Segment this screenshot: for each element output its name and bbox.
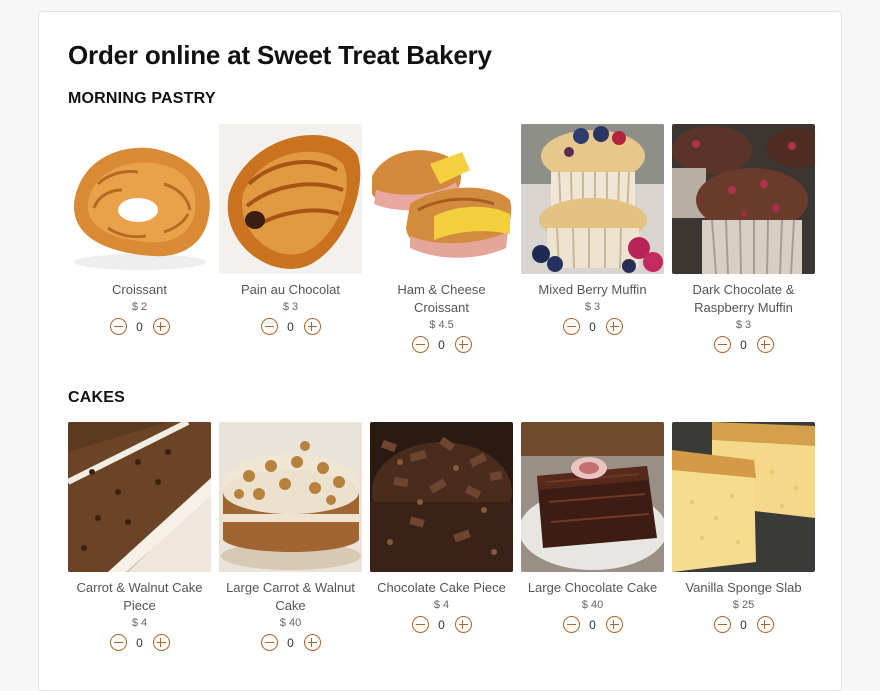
product-price: $ 4 [131, 617, 148, 629]
product-grid-cakes: Carrot & Walnut Cake Piece $ 4 0 Large C… [68, 422, 815, 651]
product-name: Carrot & Walnut Cake Piece [76, 580, 203, 613]
increase-quantity-button[interactable] [152, 634, 170, 651]
increase-quantity-button[interactable] [756, 336, 774, 353]
increase-quantity-button[interactable] [756, 616, 774, 633]
product-card-large-carrot-walnut-cake: Large Carrot & Walnut Cake $ 40 0 [219, 422, 362, 651]
quantity-stepper: 0 [562, 616, 623, 633]
large-chocolate-cake-photo[interactable] [521, 422, 664, 572]
decrease-quantity-button[interactable] [260, 318, 278, 335]
carrot-cake-slice-photo[interactable] [68, 422, 211, 572]
product-card-ham-cheese-croissant: Ham & Cheese Croissant $ 4.5 0 [370, 124, 513, 353]
product-name: Dark Chocolate & Raspberry Muffin [692, 282, 795, 315]
quantity-stepper: 0 [260, 634, 321, 651]
quantity-stepper: 0 [109, 318, 170, 335]
increase-quantity-button[interactable] [303, 318, 321, 335]
decrease-quantity-button[interactable] [411, 616, 429, 633]
quantity-value: 0 [136, 319, 143, 334]
section-heading-morning-pastry: MORNING PASTRY [68, 90, 216, 107]
decrease-quantity-button[interactable] [562, 616, 580, 633]
section-heading-cakes: CAKES [68, 389, 126, 406]
increase-quantity-button[interactable] [454, 616, 472, 633]
product-price: $ 3 [584, 301, 601, 313]
quantity-stepper: 0 [411, 336, 472, 353]
quantity-stepper: 0 [109, 634, 170, 651]
pain-au-chocolat-photo[interactable] [219, 124, 362, 274]
quantity-value: 0 [589, 617, 596, 632]
product-price: $ 4 [433, 599, 450, 611]
product-price: $ 40 [581, 599, 604, 611]
quantity-value: 0 [589, 319, 596, 334]
product-name: Large Carrot & Walnut Cake [226, 580, 355, 613]
increase-quantity-button[interactable] [152, 318, 170, 335]
quantity-value: 0 [740, 617, 747, 632]
product-card-dark-chocolate-raspberry-muffin: Dark Chocolate & Raspberry Muffin $ 3 0 [672, 124, 815, 353]
quantity-value: 0 [136, 635, 143, 650]
decrease-quantity-button[interactable] [260, 634, 278, 651]
product-price: $ 3 [735, 319, 752, 331]
product-card-vanilla-sponge-slab: Vanilla Sponge Slab $ 25 0 [672, 422, 815, 651]
decrease-quantity-button[interactable] [713, 336, 731, 353]
product-name: Vanilla Sponge Slab [685, 580, 802, 595]
decrease-quantity-button[interactable] [411, 336, 429, 353]
increase-quantity-button[interactable] [605, 616, 623, 633]
croissant-photo[interactable] [68, 124, 211, 274]
order-card: Order online at Sweet Treat Bakery MORNI… [38, 11, 842, 691]
quantity-value: 0 [438, 337, 445, 352]
page-title: Order online at Sweet Treat Bakery [68, 40, 492, 70]
ham-cheese-croissant-photo[interactable] [370, 124, 513, 274]
product-card-croissant: Croissant $ 2 0 [68, 124, 211, 353]
large-carrot-cake-photo[interactable] [219, 422, 362, 572]
decrease-quantity-button[interactable] [713, 616, 731, 633]
quantity-stepper: 0 [411, 616, 472, 633]
chocolate-muffin-photo[interactable] [672, 124, 815, 274]
increase-quantity-button[interactable] [454, 336, 472, 353]
decrease-quantity-button[interactable] [562, 318, 580, 335]
decrease-quantity-button[interactable] [109, 634, 127, 651]
product-name: Chocolate Cake Piece [377, 580, 506, 595]
product-name: Croissant [112, 282, 167, 297]
product-price: $ 2 [131, 301, 148, 313]
quantity-stepper: 0 [562, 318, 623, 335]
product-price: $ 40 [279, 617, 302, 629]
product-name: Pain au Chocolat [240, 282, 340, 297]
quantity-value: 0 [438, 617, 445, 632]
product-name: Large Chocolate Cake [527, 580, 658, 595]
product-card-chocolate-cake-piece: Chocolate Cake Piece $ 4 0 [370, 422, 513, 651]
product-price: $ 4.5 [429, 319, 454, 331]
chocolate-cake-piece-photo[interactable] [370, 422, 513, 572]
quantity-value: 0 [287, 635, 294, 650]
quantity-stepper: 0 [713, 336, 774, 353]
quantity-value: 0 [287, 319, 294, 334]
increase-quantity-button[interactable] [303, 634, 321, 651]
quantity-value: 0 [740, 337, 747, 352]
product-name: Mixed Berry Muffin [538, 282, 647, 297]
decrease-quantity-button[interactable] [109, 318, 127, 335]
berry-muffin-photo[interactable] [521, 124, 664, 274]
product-grid-morning-pastry: Croissant $ 2 0 Pain au Chocolat $ 3 0 H… [68, 124, 815, 353]
product-card-carrot-walnut-cake-piece: Carrot & Walnut Cake Piece $ 4 0 [68, 422, 211, 651]
product-card-large-chocolate-cake: Large Chocolate Cake $ 40 0 [521, 422, 664, 651]
product-name: Ham & Cheese Croissant [397, 282, 486, 315]
vanilla-sponge-photo[interactable] [672, 422, 815, 572]
increase-quantity-button[interactable] [605, 318, 623, 335]
quantity-stepper: 0 [713, 616, 774, 633]
quantity-stepper: 0 [260, 318, 321, 335]
product-price: $ 25 [732, 599, 755, 611]
product-card-mixed-berry-muffin: Mixed Berry Muffin $ 3 0 [521, 124, 664, 353]
product-card-pain-au-chocolat: Pain au Chocolat $ 3 0 [219, 124, 362, 353]
product-price: $ 3 [282, 301, 299, 313]
